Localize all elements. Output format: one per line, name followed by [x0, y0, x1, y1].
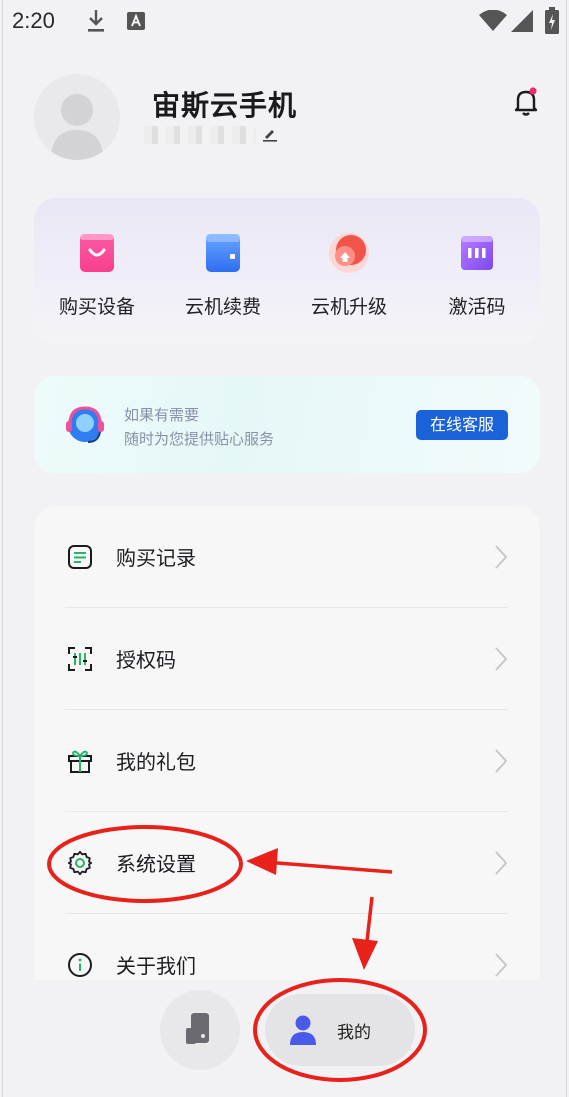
menu-item-system-settings[interactable]: 系统设置 [34, 812, 540, 914]
customer-service-headset-icon [62, 402, 108, 452]
battery-charging-icon [544, 7, 560, 39]
customer-service-subtext: 随时为您提供贴心服务 [124, 430, 275, 448]
window-right-edge [566, 0, 567, 1097]
menu-item-label: 系统设置 [116, 852, 196, 876]
profile-name: 宙斯云手机 [152, 89, 298, 122]
info-icon [67, 952, 93, 978]
upgrade-icon [324, 228, 374, 278]
quick-actions-card: 购买设备 云机续费 云机升级 激活码 [34, 198, 540, 344]
notification-dot [529, 87, 537, 95]
tab-mine[interactable]: 我的 [265, 994, 415, 1066]
menu-list: 购买记录 授权码 我的礼包 系统设置 关于我们 [34, 506, 540, 980]
customer-service-text: 如果有需要 [124, 406, 200, 424]
quick-action-label: 激活码 [448, 296, 506, 318]
font-app-icon [126, 11, 146, 35]
quick-action-label: 云机续费 [184, 296, 261, 318]
wallet-icon [198, 228, 248, 278]
avatar[interactable] [34, 74, 120, 160]
cell-signal-icon [510, 9, 534, 37]
quick-action-label: 购买设备 [58, 296, 135, 318]
notification-bell-icon[interactable] [510, 86, 542, 122]
tab-mine-label: 我的 [337, 1023, 371, 1043]
wifi-icon [478, 9, 508, 36]
menu-item-my-gifts[interactable]: 我的礼包 [34, 710, 540, 812]
customer-service-banner[interactable]: 如果有需要 随时为您提供贴心服务 在线客服 [34, 376, 540, 473]
edit-icon[interactable] [262, 126, 278, 146]
menu-item-authorization-code[interactable]: 授权码 [34, 608, 540, 710]
status-time: 2:20 [12, 8, 55, 33]
window-left-edge [2, 0, 3, 1097]
gift-icon [67, 748, 93, 774]
user-id-masked [144, 126, 256, 144]
chevron-right-icon [494, 850, 508, 880]
online-service-button[interactable]: 在线客服 [416, 410, 508, 440]
quick-action-activation-code[interactable]: 激活码 [414, 228, 540, 319]
scan-code-icon [67, 646, 93, 672]
default-avatar-icon [51, 94, 103, 160]
menu-item-label: 关于我们 [116, 954, 196, 978]
menu-item-label: 我的礼包 [116, 750, 196, 774]
quick-action-label: 云机升级 [310, 296, 387, 318]
chevron-right-icon [494, 544, 508, 574]
shopping-bag-icon [72, 228, 122, 278]
receipt-icon [67, 544, 93, 570]
gear-icon [67, 850, 93, 876]
chevron-right-icon [494, 646, 508, 676]
quick-action-upgrade[interactable]: 云机升级 [286, 228, 412, 319]
status-bar: 2:20 [0, 0, 569, 44]
chevron-right-icon [494, 748, 508, 778]
menu-item-purchase-records[interactable]: 购买记录 [34, 506, 540, 608]
phone-icon [184, 1012, 216, 1050]
download-icon [86, 8, 106, 38]
quick-action-buy-device[interactable]: 购买设备 [34, 228, 160, 319]
user-profile-icon [289, 1014, 317, 1050]
menu-item-label: 购买记录 [116, 546, 196, 570]
quick-action-renew[interactable]: 云机续费 [160, 228, 286, 319]
tab-cloud-phone[interactable] [160, 990, 240, 1070]
activation-code-icon [452, 228, 502, 278]
chevron-right-icon [494, 952, 508, 980]
menu-item-about-us[interactable]: 关于我们 [34, 914, 540, 980]
menu-item-label: 授权码 [116, 648, 176, 672]
